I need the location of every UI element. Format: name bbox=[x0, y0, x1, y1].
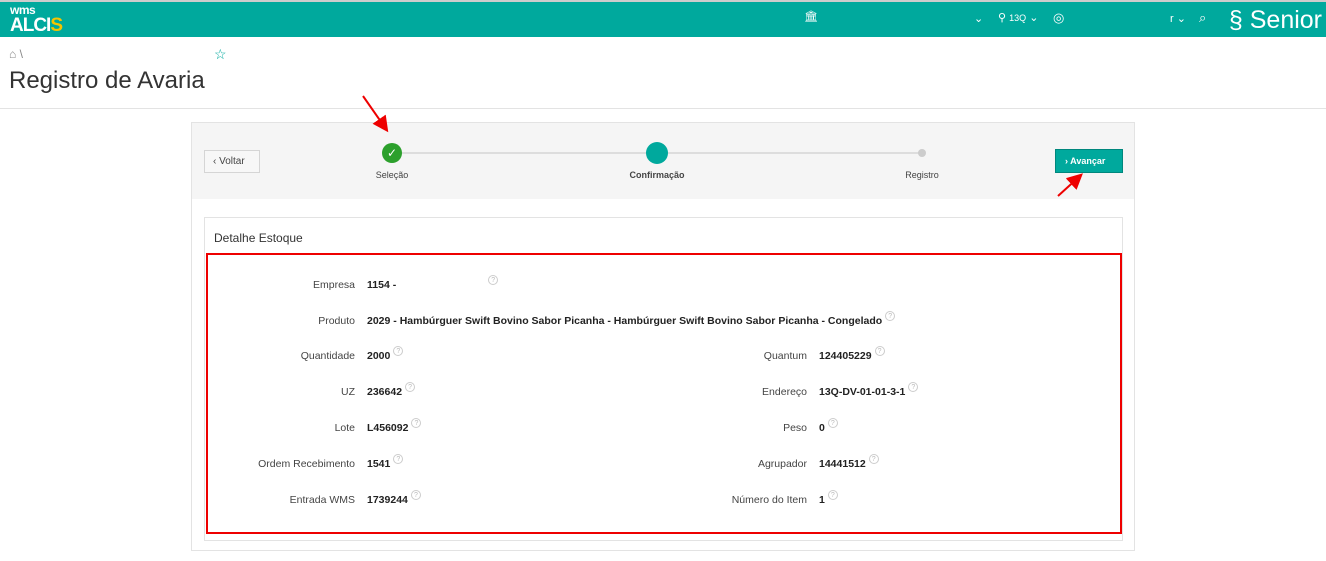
arrow-to-selecao bbox=[362, 95, 389, 133]
arrow-to-avancar bbox=[1057, 173, 1083, 197]
annotation-arrows bbox=[362, 95, 1083, 197]
